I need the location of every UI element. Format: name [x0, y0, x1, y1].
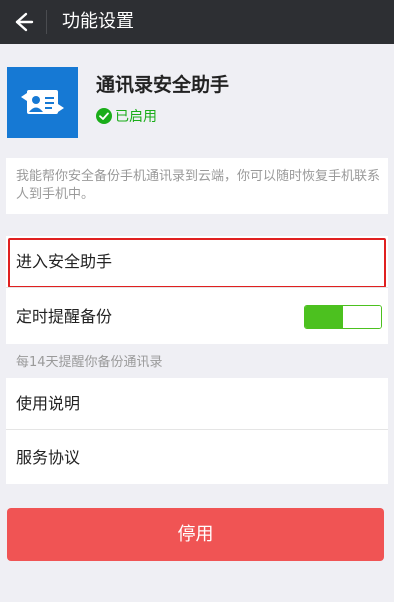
back-arrow-icon[interactable]	[8, 8, 36, 36]
contacts-sync-icon	[7, 67, 78, 138]
enter-assistant-row[interactable]: 进入安全助手	[6, 236, 388, 288]
instructions-label: 使用说明	[16, 394, 81, 413]
plugin-name: 通讯录安全助手	[96, 74, 230, 96]
status-badge: 已启用	[96, 106, 157, 126]
reminder-toggle[interactable]	[304, 305, 382, 329]
reminder-row: 定时提醒备份	[6, 291, 388, 343]
instructions-row[interactable]: 使用说明	[6, 378, 388, 430]
check-circle-icon	[96, 108, 112, 124]
toggle-knob	[343, 306, 381, 328]
status-text: 已启用	[115, 109, 157, 125]
disable-button[interactable]: 停用	[7, 508, 384, 561]
description-box: 我能帮你安全备份手机通讯录到云端，你可以随时恢复手机联系人到手机中。	[6, 158, 388, 214]
description-text: 我能帮你安全备份手机通讯录到云端，你可以随时恢复手机联系人到手机中。	[16, 169, 381, 202]
agreement-row[interactable]: 服务协议	[6, 432, 388, 484]
reminder-hint: 每14天提醒你备份通讯录	[16, 355, 163, 370]
top-bar: 功能设置	[0, 0, 394, 44]
reminder-label: 定时提醒备份	[16, 307, 113, 326]
plugin-profile: 通讯录安全助手 已启用	[0, 56, 394, 152]
header-divider	[46, 10, 47, 34]
agreement-label: 服务协议	[16, 448, 81, 467]
toggle-on-fill	[305, 306, 343, 328]
settings-group-main: 进入安全助手 定时提醒备份	[6, 236, 388, 344]
highlight-box	[8, 238, 386, 288]
page-title: 功能设置	[62, 11, 134, 32]
settings-group-info: 使用说明 服务协议	[6, 378, 388, 484]
